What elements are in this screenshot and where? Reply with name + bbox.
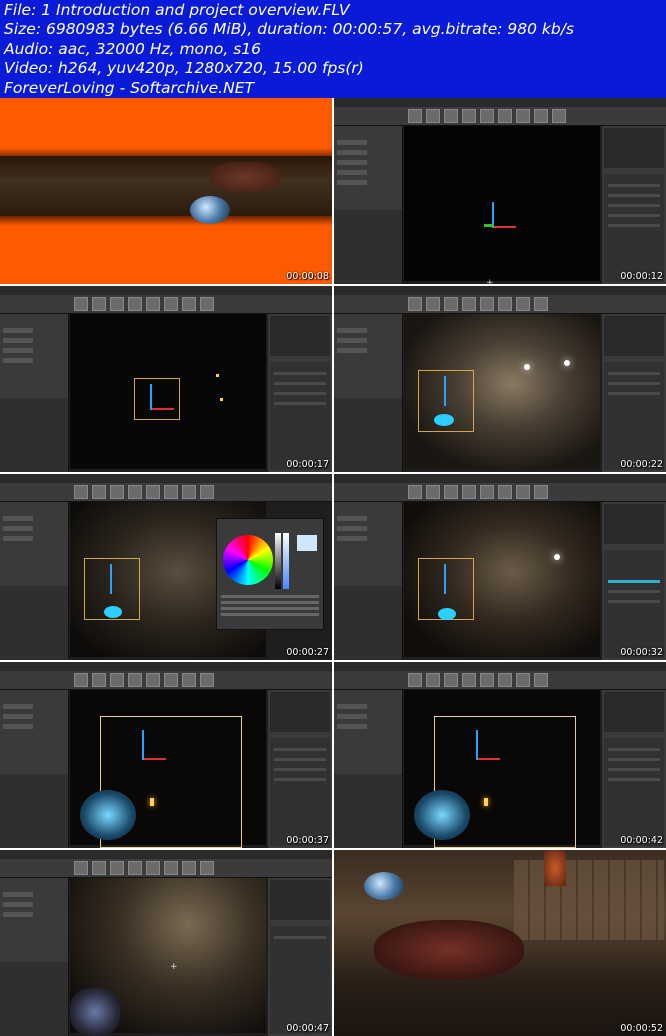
thumbnail-8: 00:00:42 [334,662,666,848]
timestamp: 00:00:42 [620,835,663,846]
timestamp: 00:00:17 [286,459,329,470]
credit-line: ForeverLoving - Softarchive.NET [4,78,254,97]
thumbnail-4: 00:00:22 [334,286,666,472]
timestamp: 00:00:08 [286,271,329,282]
file-info-header: File: 1 Introduction and project overvie… [0,0,666,98]
thumbnail-5: 00:00:27 [0,474,332,660]
thumbnail-6: 00:00:32 [334,474,666,660]
timestamp: 00:00:22 [620,459,663,470]
thumbnail-9: + 00:00:47 [0,850,332,1036]
timestamp: 00:00:52 [620,1023,663,1034]
color-picker-dialog [216,518,324,630]
audio-line: Audio: aac, 32000 Hz, mono, s16 [4,39,261,58]
video-line: Video: h264, yuv420p, 1280x720, 15.00 fp… [4,59,364,78]
size-line: Size: 6980983 bytes (6.66 MiB), duration… [4,20,575,39]
thumbnail-1: 00:00:08 [0,98,332,284]
thumbnail-2: + 00:00:12 [334,98,666,284]
timestamp: 00:00:12 [620,271,663,282]
timestamp: 00:00:37 [286,835,329,846]
thumbnail-7: 00:00:37 [0,662,332,848]
thumbnail-grid: 00:00:08 + 00:00:12 00:00:17 00:00:22 00… [0,98,666,1036]
timestamp: 00:00:27 [286,647,329,658]
spider-orb-icon [190,196,230,224]
file-line: File: 1 Introduction and project overvie… [4,1,350,19]
timestamp: 00:00:47 [286,1023,329,1034]
thumbnail-10: 00:00:52 [334,850,666,1036]
timestamp: 00:00:32 [620,647,663,658]
spider-orb-icon [364,872,404,900]
thumbnail-3: 00:00:17 [0,286,332,472]
